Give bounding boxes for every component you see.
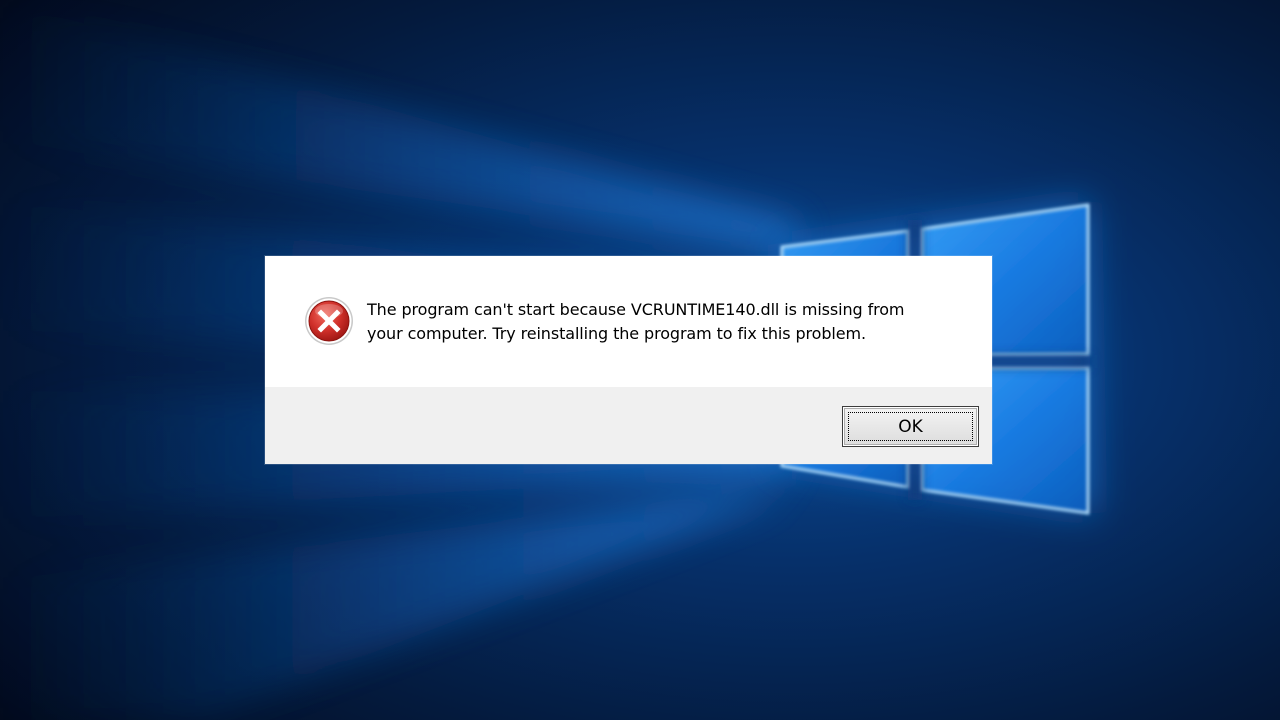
message-line-1: The program can't start because VCRUNTIM…: [367, 300, 905, 319]
error-dialog: The program can't start because VCRUNTIM…: [265, 256, 992, 464]
dialog-button-bar: OK: [265, 387, 992, 464]
ok-button[interactable]: OK: [842, 406, 979, 447]
error-message: The program can't start because VCRUNTIM…: [367, 298, 967, 346]
ok-button-label: OK: [848, 412, 973, 441]
dialog-content-area: The program can't start because VCRUNTIM…: [265, 256, 992, 387]
error-icon: [304, 296, 354, 346]
message-line-2: your computer. Try reinstalling the prog…: [367, 324, 866, 343]
